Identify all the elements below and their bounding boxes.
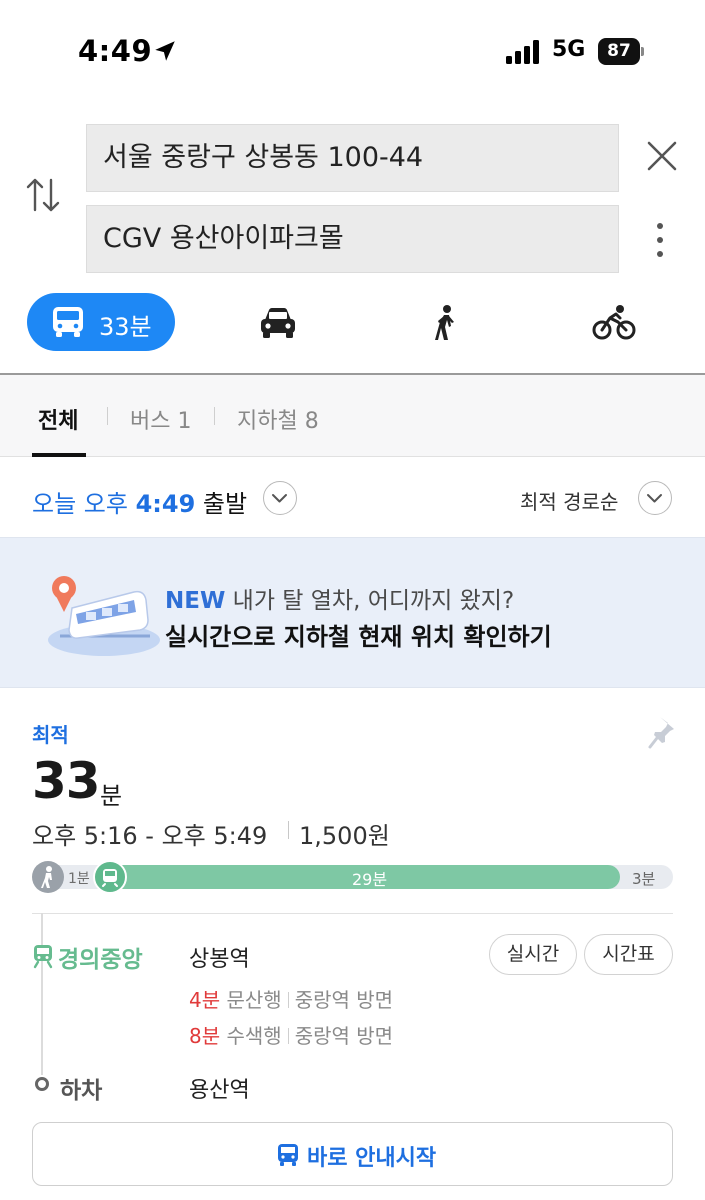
- location-arrow-icon: [155, 41, 175, 61]
- train-icon: [33, 945, 53, 969]
- transit-duration: 33분: [99, 313, 152, 341]
- route-duration-unit: 분: [100, 782, 123, 810]
- walk-end-segment-label: 3분: [632, 870, 656, 888]
- tab-all[interactable]: 전체: [38, 403, 78, 435]
- train-icon: [102, 869, 118, 887]
- depart-suffix: 출발: [195, 490, 248, 518]
- start-navigation-button[interactable]: 바로 안내시작: [32, 1122, 673, 1186]
- arrival-separator: [287, 992, 289, 1008]
- cellular-signal-icon: [506, 40, 539, 64]
- route-divider: [32, 913, 673, 914]
- start-navigation-label: 바로 안내시작: [307, 1146, 437, 1171]
- car-icon[interactable]: [258, 306, 298, 340]
- swap-direction-icon[interactable]: [24, 174, 62, 216]
- status-bar: 4:49 5G 87: [0, 0, 705, 100]
- close-icon[interactable]: [644, 138, 680, 174]
- arrival-minutes: 8분: [189, 1024, 221, 1048]
- depart-dropdown-button[interactable]: [263, 481, 297, 515]
- chevron-down-icon: [272, 494, 287, 503]
- arrival-train: 문산행: [226, 988, 282, 1012]
- depart-time: 4:49: [135, 490, 196, 518]
- tab-subway[interactable]: 지하철 8: [237, 403, 319, 435]
- bus-icon: [53, 307, 83, 337]
- chevron-down-icon: [647, 494, 662, 503]
- banner-headline: NEW 내가 탈 열차, 어디까지 왔지?: [165, 581, 514, 615]
- banner-headline-text: 내가 탈 열차, 어디까지 왔지?: [225, 588, 515, 614]
- battery-level: 87: [598, 38, 640, 65]
- alight-marker: [35, 1077, 49, 1091]
- destination-input[interactable]: CGV 용산아이파크몰: [86, 205, 619, 273]
- banner-subtitle: 실시간으로 지하철 현재 위치 확인하기: [165, 623, 552, 651]
- alight-station[interactable]: 용산역: [189, 1072, 250, 1104]
- arrival-direction: 중랑역 방면: [294, 988, 394, 1012]
- tab-separator: [214, 407, 215, 425]
- subway-line-name: 경의중앙: [58, 947, 143, 973]
- board-station[interactable]: 상봉역: [189, 941, 250, 973]
- train-segment-icon: [93, 860, 127, 894]
- sort-dropdown-button[interactable]: [638, 481, 672, 515]
- new-badge: NEW: [165, 588, 226, 614]
- arrival-direction: 중랑역 방면: [294, 1024, 394, 1048]
- walk-segment-label: 1분: [68, 871, 90, 887]
- battery-icon: 87: [598, 38, 644, 65]
- walk-segment-icon: [32, 861, 64, 893]
- alight-label: 하차: [60, 1078, 103, 1104]
- train-segment-label: 29분: [352, 870, 388, 889]
- arrival-minutes: 4분: [189, 988, 221, 1012]
- tab-bus[interactable]: 버스 1: [130, 403, 191, 435]
- walk-icon: [41, 866, 52, 888]
- route-fare: 1,500원: [299, 822, 390, 850]
- battery-nub: [641, 47, 644, 56]
- mode-transit-button[interactable]: 33분: [27, 293, 175, 351]
- bus-icon: [278, 1144, 298, 1166]
- tab-bar: [0, 375, 705, 457]
- fare-separator: [288, 821, 289, 839]
- subway-train-illustration: [48, 576, 160, 656]
- sort-order-label[interactable]: 최적 경로순: [520, 486, 618, 515]
- status-time: 4:49: [78, 34, 153, 68]
- tab-separator: [107, 407, 108, 425]
- origin-input[interactable]: 서울 중랑구 상봉동 100-44: [86, 124, 619, 192]
- route-timeline-line: [41, 913, 43, 1075]
- route-duration-number: 33: [32, 752, 101, 810]
- route-time-range: 오후 5:16 - 오후 5:49: [32, 822, 268, 850]
- depart-time-selector[interactable]: 오늘 오후 4:49 출발: [32, 484, 247, 519]
- arrival-row: 4분 문산행 중랑역 방면: [189, 984, 393, 1013]
- timetable-button[interactable]: 시간표: [584, 934, 673, 975]
- pin-icon[interactable]: [648, 715, 678, 749]
- route-badge-best: 최적: [32, 723, 69, 747]
- depart-prefix: 오늘 오후: [32, 490, 136, 518]
- network-type: 5G: [552, 37, 586, 62]
- arrival-row: 8분 수색행 중랑역 방면: [189, 1020, 393, 1049]
- walk-icon[interactable]: [432, 304, 460, 342]
- arrival-train: 수색행: [226, 1024, 282, 1048]
- bicycle-icon[interactable]: [592, 304, 636, 340]
- more-options-icon[interactable]: [652, 220, 668, 260]
- arrival-separator: [287, 1028, 289, 1044]
- realtime-button[interactable]: 실시간: [489, 934, 577, 975]
